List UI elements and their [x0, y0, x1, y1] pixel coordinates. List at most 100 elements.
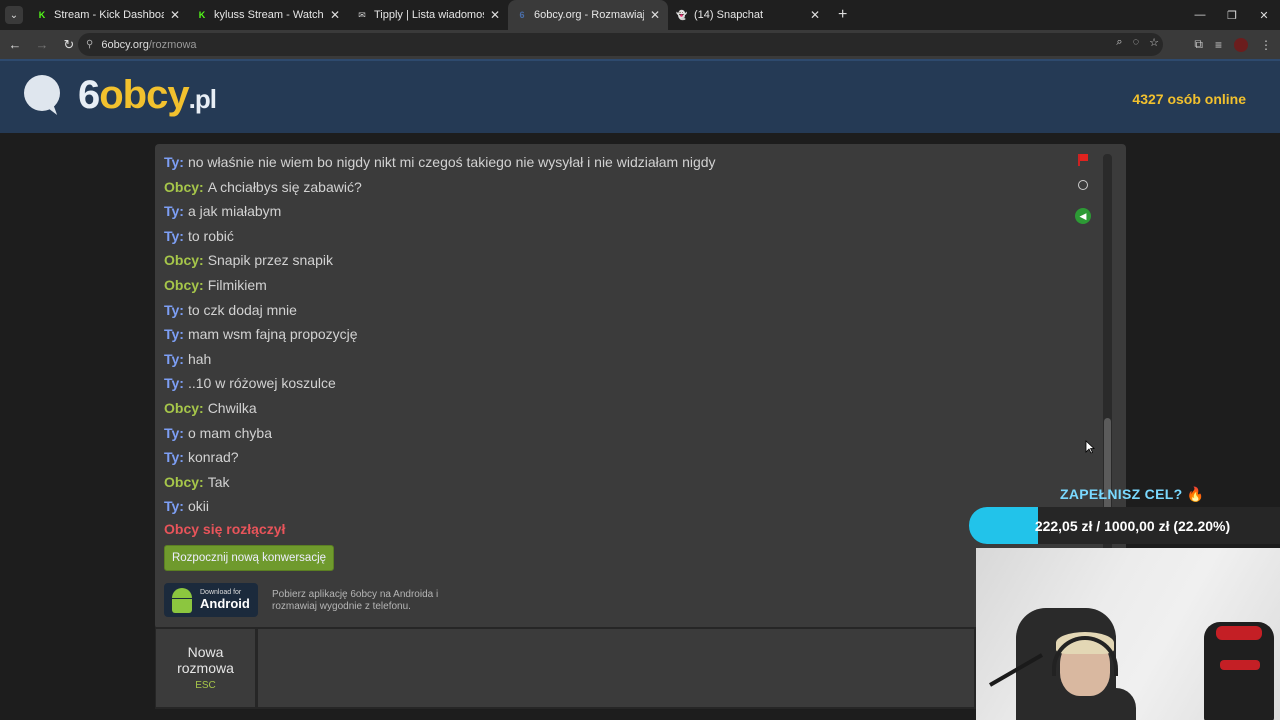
chat-message: Ty: konrad?: [164, 445, 1064, 470]
tab-search-button[interactable]: ⌄: [0, 0, 28, 30]
chat-message: Obcy: Filmikiem: [164, 273, 1064, 298]
message-author: Ty:: [164, 424, 184, 441]
tab-favicon-icon: ✉: [358, 9, 366, 20]
mouse-cursor-icon: [1085, 440, 1095, 454]
tab-title: 6obcy.org - Rozmawiaj anonim: [534, 9, 644, 21]
chair-stripe: [1216, 626, 1262, 640]
browser-tab[interactable]: 👻 (14) Snapchat ✕: [668, 0, 828, 30]
tab-close-icon[interactable]: ✕: [650, 8, 660, 22]
android-download-badge[interactable]: Download for Android: [164, 583, 258, 617]
message-text: Chwilka: [207, 399, 257, 416]
forward-button[interactable]: →: [30, 33, 54, 57]
tab-favicon-icon: K: [38, 10, 46, 20]
bookmark-star-icon[interactable]: ☆: [1149, 36, 1159, 49]
message-text: konrad?: [187, 449, 239, 466]
message-text: a jak miałabym: [187, 203, 282, 220]
message-text: o mam chyba: [187, 424, 273, 441]
message-text: Filmikiem: [207, 276, 267, 293]
new-tab-button[interactable]: +: [838, 6, 847, 24]
site-info-icon[interactable]: ⚲: [86, 39, 93, 50]
address-bar[interactable]: ⚲ 6obcy.org/rozmowa ⌕ ◌ ☆: [78, 33, 1163, 56]
sound-toggle-icon[interactable]: ◀: [1075, 208, 1091, 224]
report-flag-icon[interactable]: [1077, 154, 1089, 166]
android-robot-icon: [168, 586, 196, 614]
chat-message: Ty: to robić: [164, 224, 1064, 249]
media-control-icon[interactable]: ≡: [1215, 38, 1222, 52]
browser-toolbar: ← → ↻ ⚲ 6obcy.org/rozmowa ⌕ ◌ ☆ ⧉ ≡ ⋮: [0, 30, 1280, 59]
message-author: Ty:: [164, 375, 184, 392]
chat-scrollbar[interactable]: [1103, 154, 1112, 616]
message-text: A chciałbys się zabawić?: [207, 178, 362, 195]
search-icon[interactable]: [1078, 180, 1088, 190]
url-path: /rozmowa: [148, 38, 197, 51]
tab-favicon-icon: K: [198, 10, 206, 20]
message-author: Ty:: [164, 449, 184, 466]
tab-title: (14) Snapchat: [694, 9, 764, 21]
message-text: mam wsm fajną propozycję: [187, 326, 358, 343]
browser-tab[interactable]: 6 6obcy.org - Rozmawiaj anonim ✕: [508, 0, 668, 30]
chat-message: Ty: a jak miałabym: [164, 199, 1064, 224]
browser-tab[interactable]: Kkyluss Stream - Watch Live on K ✕: [188, 0, 348, 30]
restore-button[interactable]: ❐: [1216, 0, 1248, 30]
chat-message: Obcy: Tak: [164, 470, 1064, 495]
chat-bubble-logo-icon: [24, 75, 60, 111]
extensions-icon[interactable]: ⧉: [1194, 37, 1203, 52]
browser-tab[interactable]: ✉ Tipply | Lista wiadomości ✕: [348, 0, 508, 30]
new-chat-button[interactable]: Nowa rozmowa ESC: [156, 629, 255, 707]
goal-amount-text: 222,05 zł / 1000,00 zł (22.20%): [1034, 517, 1231, 534]
message-list: Ty: no właśnie nie wiem bo nigdy nikt mi …: [164, 150, 1064, 519]
back-button[interactable]: ←: [3, 33, 27, 57]
chat-message: Ty: o mam chyba: [164, 421, 1064, 446]
message-author: Ty:: [164, 227, 184, 244]
message-text: okii: [187, 498, 209, 515]
message-input[interactable]: [258, 629, 974, 707]
message-text: Tak: [207, 473, 230, 490]
site-logo[interactable]: 6obcy.pl: [78, 73, 217, 118]
tab-title: Tipply | Lista wiadomości: [374, 9, 484, 21]
tab-favicon-icon: 6: [519, 10, 525, 20]
chat-message: Ty: no właśnie nie wiem bo nigdy nikt mi …: [164, 150, 1064, 175]
logo-obcy: obcy: [99, 73, 189, 117]
zoom-icon[interactable]: ⌕: [1116, 36, 1122, 49]
android-badge-big-text: Android: [200, 595, 250, 611]
message-text: hah: [187, 350, 212, 367]
message-author: Ty:: [164, 154, 184, 170]
eye-off-icon[interactable]: ◌: [1133, 36, 1140, 49]
tab-close-icon[interactable]: ✕: [170, 8, 180, 22]
close-window-button[interactable]: ✕: [1248, 0, 1280, 30]
message-author: Ty:: [164, 350, 184, 367]
message-author: Ty:: [164, 326, 184, 343]
tab-title: Stream - Kick Dashboard: [54, 9, 164, 21]
menu-kebab-icon[interactable]: ⋮: [1260, 38, 1272, 52]
tab-title: kyluss Stream - Watch Live on K: [214, 9, 324, 21]
chat-message: Ty: okii: [164, 494, 1064, 519]
message-author: Obcy:: [164, 399, 204, 416]
chat-message: Ty: hah: [164, 347, 1064, 372]
minimize-button[interactable]: —: [1184, 0, 1216, 30]
chat-message: Obcy: Chwilka: [164, 396, 1064, 421]
tab-close-icon[interactable]: ✕: [810, 8, 820, 22]
profile-avatar[interactable]: [1234, 37, 1248, 52]
message-text: to czk dodaj mnie: [187, 301, 297, 318]
streamer-webcam: [976, 548, 1280, 720]
tab-close-icon[interactable]: ✕: [490, 8, 500, 22]
url-domain: 6obcy.org: [101, 38, 149, 51]
tab-close-icon[interactable]: ✕: [330, 8, 340, 22]
logo-six: 6: [78, 73, 100, 117]
logo-pl: .pl: [188, 84, 217, 114]
message-author: Obcy:: [164, 178, 204, 195]
fire-icon: 🔥: [1186, 486, 1205, 502]
message-text: ..10 w różowej koszulce: [187, 375, 336, 392]
browser-tab[interactable]: K Stream - Kick Dashboard ✕: [28, 0, 188, 30]
donation-goal-bar: 222,05 zł / 1000,00 zł (22.20%): [969, 507, 1280, 544]
message-text: no właśnie nie wiem bo nigdy nikt mi cze…: [187, 154, 716, 170]
android-app-note: Pobierz aplikację 6obcy na Androida i ro…: [272, 589, 439, 612]
message-author: Ty:: [164, 301, 184, 318]
chat-message: Ty: mam wsm fajną propozycję: [164, 322, 1064, 347]
chair-stripe-2: [1220, 660, 1260, 670]
new-chat-label-1: Nowa: [187, 644, 224, 660]
start-new-conversation-button[interactable]: Rozpocznij nową konwersację: [164, 545, 334, 571]
disconnected-notice: Obcy się rozłączył: [164, 521, 286, 537]
tab-favicon-icon: 👻: [676, 9, 688, 20]
new-chat-label-2: rozmowa: [177, 660, 234, 676]
